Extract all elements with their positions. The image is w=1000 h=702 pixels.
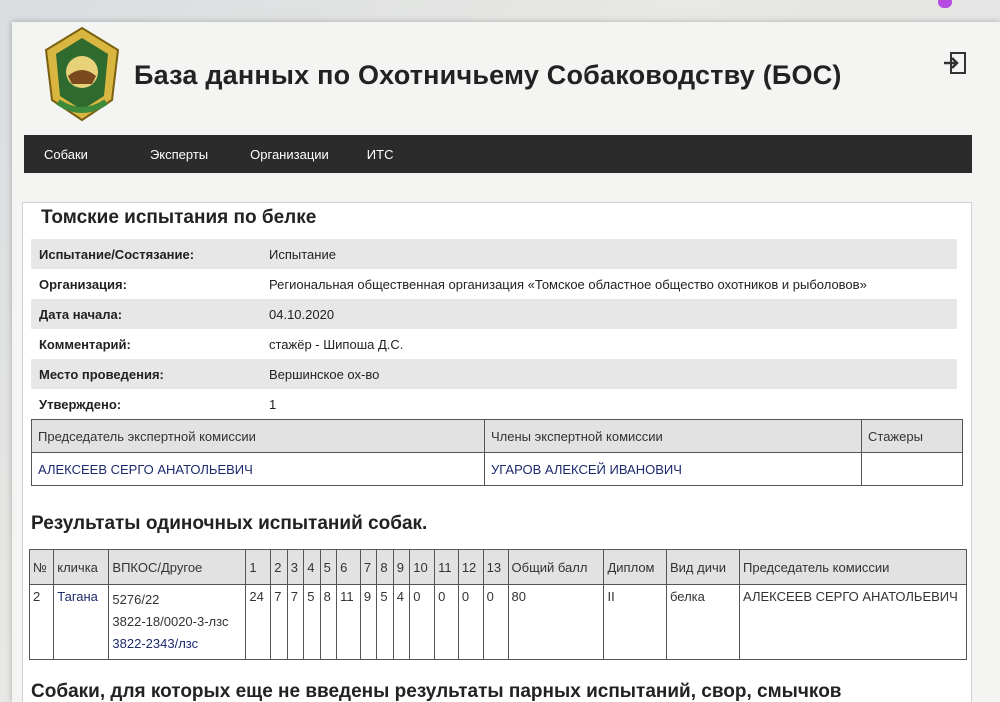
info-row: Организация: Региональная общественная о… bbox=[31, 269, 957, 299]
doc-line: 3822-18/0020-3-лзс bbox=[112, 614, 229, 629]
col-score-9: 9 bbox=[392, 549, 411, 585]
cell-score: 24 bbox=[245, 584, 272, 660]
cell-score: 4 bbox=[392, 584, 411, 660]
col-score-3: 3 bbox=[286, 549, 305, 585]
col-chairman: Председатель комиссии bbox=[739, 549, 967, 585]
nav-its[interactable]: ИТС bbox=[367, 147, 394, 162]
info-key: Комментарий: bbox=[39, 336, 131, 352]
cell-num: 2 bbox=[28, 584, 55, 660]
info-value: Вершинское ох-во bbox=[261, 359, 957, 389]
col-game: Вид дичи bbox=[665, 549, 741, 585]
col-score-8: 8 bbox=[376, 549, 394, 585]
table-row: 2 Тагана 5276/22 3822-18/0020-3-лзс 3822… bbox=[28, 584, 967, 660]
cell-chairman: АЛЕКСЕЕВ СЕРГО АНАТОЛЬЕВИЧ bbox=[739, 584, 967, 660]
col-docs: ВПКОС/Другое bbox=[108, 549, 247, 585]
dog-name-link[interactable]: Тагана bbox=[53, 584, 110, 660]
cell-score: 7 bbox=[286, 584, 305, 660]
logout-icon[interactable] bbox=[942, 50, 968, 76]
results-table: № кличка ВПКОС/Другое 1 2 3 4 5 6 7 8 9 … bbox=[28, 549, 967, 660]
commission-trainees bbox=[861, 452, 963, 486]
next-section-title: Собаки, для которых еще не введены резул… bbox=[31, 681, 842, 702]
commission-member-link[interactable]: УГАРОВ АЛЕКСЕЙ ИВАНОВИЧ bbox=[484, 452, 862, 486]
browser-page: База данных по Охотничьему Собаководству… bbox=[12, 22, 1000, 702]
commission-header-members: Члены экспертной комиссии bbox=[484, 419, 862, 453]
col-score-6: 6 bbox=[336, 549, 361, 585]
info-row: Комментарий: стажёр - Шипоша Д.С. bbox=[31, 329, 957, 359]
site-header: База данных по Охотничьему Собаководству… bbox=[12, 22, 1000, 132]
commission-header-chairman: Председатель экспертной комиссии bbox=[31, 419, 485, 453]
col-diploma: Диплом bbox=[603, 549, 667, 585]
doc-line: 5276/22 bbox=[112, 592, 160, 607]
info-row: Утверждено: 1 bbox=[31, 389, 957, 419]
event-title: Томские испытания по белке bbox=[41, 207, 317, 228]
emblem-logo-icon bbox=[44, 26, 120, 122]
col-score-11: 11 bbox=[434, 549, 459, 585]
cell-score: 0 bbox=[482, 584, 509, 660]
info-key: Место проведения: bbox=[31, 359, 261, 389]
col-num: № bbox=[28, 549, 55, 585]
info-row: Дата начала: 04.10.2020 bbox=[31, 299, 957, 329]
info-row: Место проведения: Вершинское ох-во bbox=[31, 359, 957, 389]
col-score-12: 12 bbox=[457, 549, 484, 585]
camera-indicator bbox=[938, 0, 952, 8]
info-key: Испытание/Состязание: bbox=[31, 239, 261, 269]
commission-chairman-link[interactable]: АЛЕКСЕЕВ СЕРГО АНАТОЛЬЕВИЧ bbox=[31, 452, 485, 486]
col-score-2: 2 bbox=[270, 549, 288, 585]
commission-header-trainees: Стажеры bbox=[861, 419, 963, 453]
cell-score: 11 bbox=[336, 584, 361, 660]
cell-score: 7 bbox=[270, 584, 288, 660]
col-score-13: 13 bbox=[482, 549, 509, 585]
info-value: Региональная общественная организация «Т… bbox=[269, 276, 867, 292]
info-value: 1 bbox=[269, 396, 277, 412]
nav-experts[interactable]: Эксперты bbox=[150, 147, 208, 162]
cell-score: 5 bbox=[303, 584, 321, 660]
cell-game: белка bbox=[665, 584, 741, 660]
nav-dogs[interactable]: Собаки bbox=[44, 147, 88, 162]
info-key: Утверждено: bbox=[39, 396, 122, 412]
cell-docs: 5276/22 3822-18/0020-3-лзс 3822-2343/лзс bbox=[108, 584, 247, 660]
doc-line-link[interactable]: 3822-2343/лзс bbox=[112, 633, 242, 655]
info-value: Испытание bbox=[261, 239, 957, 269]
info-value: стажёр - Шипоша Д.С. bbox=[269, 336, 404, 352]
cell-score: 9 bbox=[359, 584, 378, 660]
col-score-10: 10 bbox=[409, 549, 436, 585]
col-name: кличка bbox=[53, 549, 110, 585]
cell-score: 0 bbox=[434, 584, 459, 660]
col-score-5: 5 bbox=[319, 549, 338, 585]
site-title: База данных по Охотничьему Собаководству… bbox=[134, 60, 842, 90]
col-total: Общий балл bbox=[507, 549, 605, 585]
cell-score: 8 bbox=[319, 584, 338, 660]
results-header-row: № кличка ВПКОС/Другое 1 2 3 4 5 6 7 8 9 … bbox=[28, 549, 967, 585]
cell-diploma: II bbox=[603, 584, 667, 660]
info-key: Организация: bbox=[39, 276, 127, 292]
info-key: Дата начала: bbox=[31, 299, 261, 329]
main-nav: Собаки Эксперты Организации ИТС bbox=[24, 135, 972, 173]
info-value: 04.10.2020 bbox=[261, 299, 957, 329]
commission-table: Председатель экспертной комиссии Члены э… bbox=[31, 419, 963, 486]
results-title: Результаты одиночных испытаний собак. bbox=[31, 513, 428, 534]
cell-score: 0 bbox=[409, 584, 436, 660]
cell-score: 0 bbox=[457, 584, 484, 660]
cell-total: 80 bbox=[507, 584, 605, 660]
col-score-1: 1 bbox=[245, 549, 272, 585]
cell-score: 5 bbox=[376, 584, 394, 660]
col-score-4: 4 bbox=[303, 549, 321, 585]
event-info-table: Испытание/Состязание: Испытание Организа… bbox=[31, 239, 957, 419]
col-score-7: 7 bbox=[359, 549, 378, 585]
info-row: Испытание/Состязание: Испытание bbox=[31, 239, 957, 269]
nav-organizations[interactable]: Организации bbox=[250, 147, 329, 162]
event-panel: Томские испытания по белке Испытание/Сос… bbox=[22, 202, 972, 702]
